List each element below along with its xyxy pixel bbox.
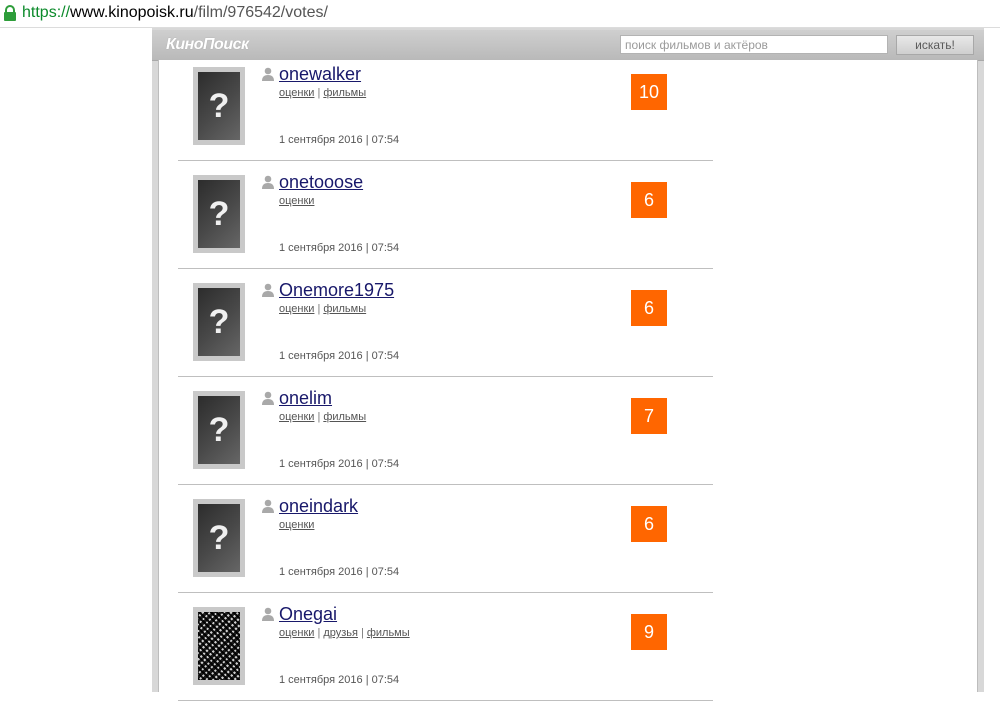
username-link[interactable]: onewalker bbox=[279, 64, 361, 84]
link-separator: | bbox=[360, 627, 364, 639]
avatar-placeholder-icon: ? bbox=[198, 288, 240, 356]
vote-score-badge: 9 bbox=[631, 614, 667, 650]
user-link[interactable]: оценки bbox=[279, 303, 314, 315]
user-link[interactable]: оценки bbox=[279, 519, 314, 531]
url-scheme: https:// bbox=[22, 4, 71, 21]
avatar-placeholder-icon: ? bbox=[198, 396, 240, 464]
username-link[interactable]: Onegai bbox=[279, 604, 337, 624]
url-path: /film/976542/votes/ bbox=[193, 4, 328, 21]
vote-row: ? onetooose оценки 1 сентября 2016 | 07:54 6 bbox=[178, 160, 713, 269]
vote-row: ? onelim оценки | фильмы 1 сентября 2016 | 07… bbox=[178, 376, 713, 485]
user-links: оценки | фильмы bbox=[279, 410, 366, 424]
vote-row: ? onewalker оценки | фильмы 1 сентября 2016 |… bbox=[178, 52, 713, 161]
vote-date: 1 сентября 2016 | 07:54 bbox=[279, 242, 400, 254]
user-icon bbox=[262, 283, 274, 297]
avatar-placeholder-icon: ? bbox=[198, 180, 240, 248]
user-link[interactable]: оценки bbox=[279, 195, 314, 207]
vote-row: Onegai оценки | друзья | фильмы 1 сентября 201… bbox=[178, 592, 713, 701]
avatar[interactable]: ? bbox=[193, 499, 245, 577]
vote-date: 1 сентября 2016 | 07:54 bbox=[279, 674, 400, 686]
link-separator: | bbox=[317, 411, 321, 423]
user-links: оценки | фильмы bbox=[279, 86, 366, 100]
search-button[interactable]: искать! bbox=[896, 35, 974, 55]
vote-date: 1 сентября 2016 | 07:54 bbox=[279, 458, 400, 470]
user-link[interactable]: фильмы bbox=[323, 87, 366, 99]
link-separator: | bbox=[317, 627, 321, 639]
avatar-photo bbox=[198, 612, 240, 680]
avatar-placeholder-icon: ? bbox=[198, 72, 240, 140]
vote-row: ? Onemore1975 оценки | фильмы 1 сентября 2016… bbox=[178, 268, 713, 377]
username-link[interactable]: Onemore1975 bbox=[279, 280, 394, 300]
avatar[interactable] bbox=[193, 607, 245, 685]
link-separator: | bbox=[317, 87, 321, 99]
user-link[interactable]: фильмы bbox=[323, 411, 366, 423]
url-text[interactable]: https://www.kinopoisk.ru/film/976542/vot… bbox=[22, 3, 328, 23]
user-links: оценки bbox=[279, 194, 314, 208]
link-separator: | bbox=[317, 303, 321, 315]
avatar-placeholder-icon: ? bbox=[198, 504, 240, 572]
vote-score-badge: 6 bbox=[631, 182, 667, 218]
user-link[interactable]: фильмы bbox=[367, 627, 410, 639]
url-host: www.kinopoisk.ru bbox=[70, 4, 194, 21]
vote-row: ? oneindark оценки 1 сентября 2016 | 07:54 6 bbox=[178, 484, 713, 593]
username-link[interactable]: onelim bbox=[279, 388, 332, 408]
vote-date: 1 сентября 2016 | 07:54 bbox=[279, 350, 400, 362]
user-link[interactable]: оценки bbox=[279, 627, 314, 639]
avatar[interactable]: ? bbox=[193, 67, 245, 145]
vote-score-badge: 7 bbox=[631, 398, 667, 434]
user-link[interactable]: оценки bbox=[279, 87, 314, 99]
avatar[interactable]: ? bbox=[193, 283, 245, 361]
user-link[interactable]: оценки bbox=[279, 411, 314, 423]
vote-date: 1 сентября 2016 | 07:54 bbox=[279, 134, 400, 146]
user-icon bbox=[262, 391, 274, 405]
user-link[interactable]: фильмы bbox=[323, 303, 366, 315]
user-links: оценки | друзья | фильмы bbox=[279, 626, 410, 640]
user-icon bbox=[262, 175, 274, 189]
vote-score-badge: 6 bbox=[631, 506, 667, 542]
username-link[interactable]: onetooose bbox=[279, 172, 363, 192]
user-links: оценки | фильмы bbox=[279, 302, 366, 316]
user-icon bbox=[262, 499, 274, 513]
user-links: оценки bbox=[279, 518, 314, 532]
user-link[interactable]: друзья bbox=[323, 627, 358, 639]
username-link[interactable]: oneindark bbox=[279, 496, 358, 516]
vote-date: 1 сентября 2016 | 07:54 bbox=[279, 566, 400, 578]
user-icon bbox=[262, 67, 274, 81]
lock-icon bbox=[4, 5, 16, 21]
vote-score-badge: 10 bbox=[631, 74, 667, 110]
avatar[interactable]: ? bbox=[193, 391, 245, 469]
avatar[interactable]: ? bbox=[193, 175, 245, 253]
address-bar[interactable]: https://www.kinopoisk.ru/film/976542/vot… bbox=[0, 0, 1000, 28]
user-icon bbox=[262, 607, 274, 621]
vote-score-badge: 6 bbox=[631, 290, 667, 326]
